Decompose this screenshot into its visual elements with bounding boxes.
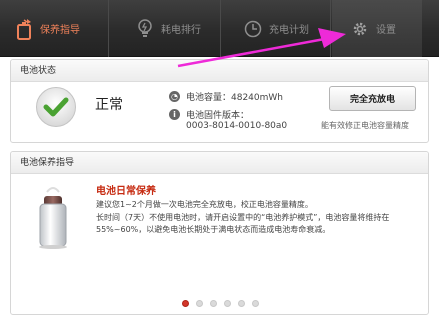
tab-battery-care[interactable]: 保养指导 (14, 0, 132, 57)
top-tab-bar: 保养指导 耗电排行 充电计划 设置 (0, 0, 439, 57)
capacity-row: ◔ 电池容量：48240mWh (169, 90, 283, 103)
battery-status-panel: 电池状态 正常 ◔ 电池容量：48240mWh i 电池固件版本： 0003-8… (10, 59, 429, 143)
page-dot[interactable] (238, 300, 245, 307)
clock-icon (243, 18, 263, 40)
care-title: 电池日常保养 (96, 186, 156, 197)
firmware-value: 0003-8014-0010-80a0 (186, 121, 288, 131)
firmware-row: i 电池固件版本： (169, 108, 249, 121)
lightbulb-icon (135, 18, 155, 40)
page-dot[interactable] (252, 300, 259, 307)
battery-app-window: 保养指导 耗电排行 充电计划 设置 电池状态 正常 ◔ 电池容量：48240mW… (0, 0, 439, 321)
check-circle-icon (35, 86, 77, 128)
battery-illustration-icon (35, 186, 71, 250)
tab-divider (330, 0, 331, 57)
battery-status-value: 正常 (95, 97, 123, 113)
tab-divider (108, 0, 109, 57)
panel-header: 电池状态 (11, 60, 428, 82)
gear-icon (350, 18, 370, 40)
full-charge-discharge-button[interactable]: 完全充放电 (329, 86, 416, 111)
tab-label: 设置 (376, 25, 396, 36)
page-dot[interactable] (182, 300, 189, 307)
page-dot[interactable] (210, 300, 217, 307)
care-tip-2: 长时间（7天）不使用电池时，请开启设置中的“电池养护模式”，电池容量将维持在55… (96, 213, 390, 234)
battery-care-panel: 电池保养指导 电池日常保养 建议您1~2个月做一次电池完全充放电，校正电池容量精… (10, 151, 429, 315)
page-dot[interactable] (196, 300, 203, 307)
tab-label: 充电计划 (269, 25, 309, 36)
tab-divider (220, 0, 221, 57)
capacity-text: 电池容量：48240mWh (186, 93, 284, 103)
care-tip-1: 建议您1~2个月做一次电池完全充放电，校正电池容量精度。 (96, 200, 313, 209)
info-icon: i (169, 109, 180, 120)
panel-header: 电池保养指导 (11, 152, 428, 174)
firmware-label: 电池固件版本： (186, 111, 250, 121)
calibrate-note: 能有效修正电池容量精度 (321, 121, 409, 130)
page-dot[interactable] (224, 300, 231, 307)
tab-label: 保养指导 (40, 25, 80, 36)
capacity-icon: ◔ (169, 91, 180, 102)
tab-label: 耗电排行 (161, 25, 201, 36)
battery-care-icon (14, 18, 34, 40)
tab-charge-plan[interactable]: 充电计划 (243, 0, 329, 57)
tab-power-ranking[interactable]: 耗电排行 (135, 0, 221, 57)
page-indicator (11, 300, 430, 310)
tab-settings[interactable]: 设置 (332, 0, 422, 57)
